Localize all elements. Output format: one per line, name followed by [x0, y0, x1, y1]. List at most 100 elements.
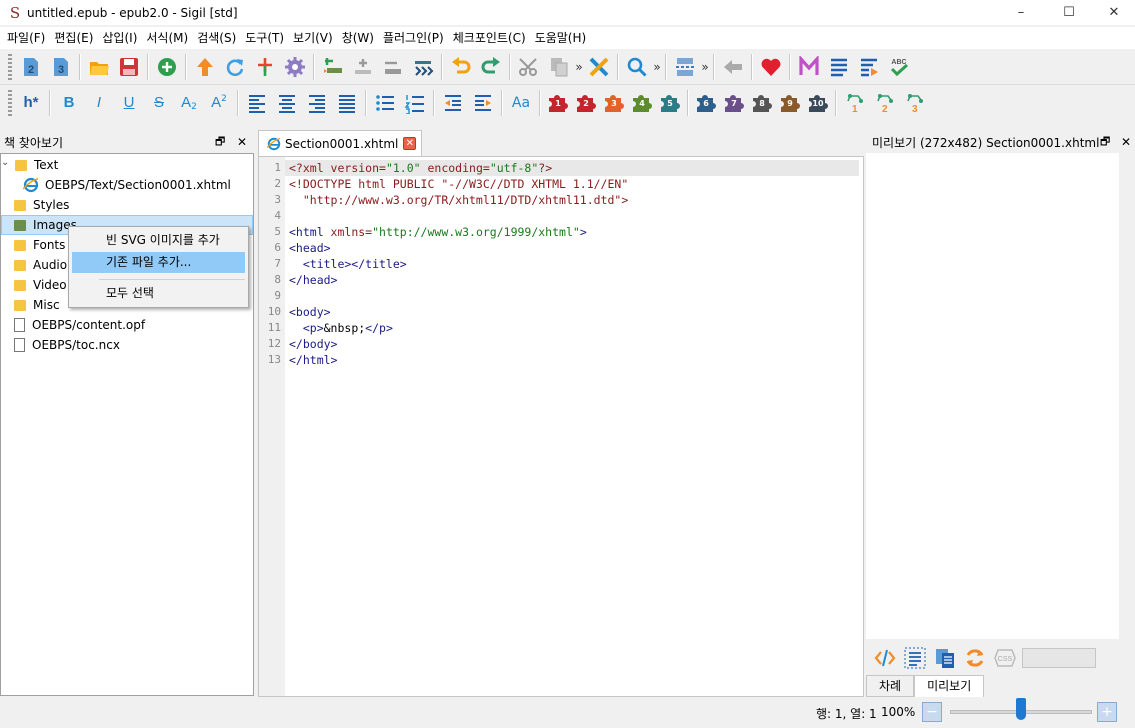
plugin-3-button[interactable]: 3 [600, 89, 628, 117]
back-button[interactable] [718, 52, 748, 82]
plugin-5-button[interactable]: 5 [656, 89, 684, 117]
toc-button[interactable] [824, 52, 854, 82]
menu-insert[interactable]: 삽입(I) [98, 27, 142, 49]
new-epub3-button[interactable]: 3 [46, 52, 76, 82]
plugin-9-button[interactable]: 9 [776, 89, 804, 117]
bold-button[interactable]: B [54, 88, 84, 118]
outdent-button[interactable] [438, 88, 468, 118]
reload-preview-button[interactable] [960, 644, 990, 672]
zoom-slider-thumb[interactable] [1016, 698, 1026, 720]
plugin-8-button[interactable]: 8 [748, 89, 776, 117]
menu-checkpoints[interactable]: 체크포인트(C) [449, 27, 531, 49]
superscript-button[interactable]: A2 [204, 88, 234, 118]
preview-search-box[interactable] [1022, 648, 1096, 668]
close-button[interactable]: ✕ [1093, 0, 1135, 25]
close-icon[interactable]: ✕ [237, 135, 247, 149]
css-toggle-button[interactable]: CSS [990, 644, 1020, 672]
move-up-button[interactable] [190, 52, 220, 82]
menu-view[interactable]: 보기(V) [289, 27, 338, 49]
menu-edit[interactable]: 편집(E) [50, 27, 98, 49]
clip-1-button[interactable]: 1 [840, 88, 870, 118]
align-center-button[interactable] [272, 88, 302, 118]
menu-item-add-blank-svg[interactable]: 빈 SVG 이미지를 추가 [72, 230, 245, 251]
tab-toc[interactable]: 차례 [866, 675, 915, 697]
reload-button[interactable] [220, 52, 250, 82]
menu-file[interactable]: 파일(F) [3, 27, 50, 49]
justify-button[interactable] [332, 88, 362, 118]
code-editor[interactable]: 1 2 3 4 5 6 7 8 9 10 11 12 13 <?xml vers… [258, 156, 864, 697]
tab-section0001[interactable]: Section0001.xhtml ✕ [258, 130, 422, 156]
reports-button[interactable] [854, 52, 884, 82]
copy-preview-button[interactable] [930, 644, 960, 672]
save-button[interactable] [114, 52, 144, 82]
underline-button[interactable]: U [114, 88, 144, 118]
find-replace-button[interactable] [622, 52, 652, 82]
menu-item-select-all[interactable]: 모두 선택 [72, 283, 245, 304]
tree-item-content-opf[interactable]: OEBPS/content.opf [14, 315, 145, 335]
metadata-button[interactable] [280, 52, 310, 82]
cut-button[interactable] [514, 52, 544, 82]
clip-3-button[interactable]: 3 [900, 88, 930, 118]
heading-button[interactable]: h* [16, 88, 46, 118]
overflow-chevron-icon[interactable]: » [700, 60, 710, 74]
menu-search[interactable]: 검색(S) [193, 27, 241, 49]
text-case-button[interactable]: Aa [506, 88, 536, 118]
redo-button[interactable] [476, 52, 506, 82]
select-all-preview-button[interactable] [900, 644, 930, 672]
chevron-down-icon[interactable]: ⌄ [1, 157, 13, 168]
plugin-2-button[interactable]: 2 [572, 89, 600, 117]
tree-folder-video[interactable]: Video [14, 275, 67, 295]
overflow-chevron-icon[interactable]: » [574, 60, 584, 74]
split-chapter-button[interactable] [670, 52, 700, 82]
clip-2-button[interactable]: 2 [870, 88, 900, 118]
bullet-list-button[interactable] [370, 88, 400, 118]
insert-link-button[interactable] [378, 52, 408, 82]
tab-preview[interactable]: 미리보기 [914, 675, 985, 697]
plugin-6-button[interactable]: 6 [692, 89, 720, 117]
close-icon[interactable]: ✕ [1121, 135, 1131, 149]
plugin-1-button[interactable]: 1 [544, 89, 572, 117]
tree-folder-audio[interactable]: Audio [14, 255, 67, 275]
tree-folder-text[interactable]: ⌄ Text [1, 155, 58, 175]
inspect-button[interactable] [870, 644, 900, 672]
menu-format[interactable]: 서식(M) [142, 27, 193, 49]
add-cover-button[interactable] [250, 52, 280, 82]
tree-folder-fonts[interactable]: Fonts [14, 235, 65, 255]
italic-button[interactable]: I [84, 88, 114, 118]
menu-help[interactable]: 도움말(H) [531, 27, 592, 49]
tree-folder-misc[interactable]: Misc [14, 295, 60, 315]
add-file-button[interactable] [152, 52, 182, 82]
overflow-chevron-icon[interactable]: » [652, 60, 662, 74]
menu-plugins[interactable]: 플러그인(P) [379, 27, 449, 49]
float-icon[interactable]: 🗗 [215, 133, 225, 152]
toolbar-grip[interactable] [8, 89, 12, 116]
strikethrough-button[interactable]: S [144, 88, 174, 118]
plugin-4-button[interactable]: 4 [628, 89, 656, 117]
minimize-button[interactable]: – [998, 0, 1044, 25]
close-icon[interactable]: ✕ [403, 137, 417, 150]
undo-button[interactable] [446, 52, 476, 82]
indent-button[interactable] [468, 88, 498, 118]
align-right-button[interactable] [302, 88, 332, 118]
open-button[interactable] [84, 52, 114, 82]
subscript-button[interactable]: A2 [174, 88, 204, 118]
zoom-in-button[interactable]: + [1097, 702, 1117, 722]
align-left-button[interactable] [242, 88, 272, 118]
plugin-7-button[interactable]: 7 [720, 89, 748, 117]
insert-image-button[interactable] [318, 52, 348, 82]
spellcheck-button[interactable]: ABC [884, 52, 914, 82]
menu-item-add-existing-files[interactable]: 기존 파일 추가... [72, 252, 245, 273]
menu-window[interactable]: 창(W) [338, 27, 379, 49]
tree-item-toc-ncx[interactable]: OEBPS/toc.ncx [14, 335, 120, 355]
mend-button[interactable] [794, 52, 824, 82]
menu-tools[interactable]: 도구(T) [241, 27, 289, 49]
float-icon[interactable]: 🗗 [1100, 133, 1110, 152]
copy-button[interactable] [544, 52, 574, 82]
tree-item-section0001[interactable]: OEBPS/Text/Section0001.xhtml [23, 175, 231, 195]
insert-special-button[interactable] [348, 52, 378, 82]
new-epub2-button[interactable]: 2 [16, 52, 46, 82]
numbered-list-button[interactable] [400, 88, 430, 118]
preview-pane[interactable] [866, 153, 1119, 639]
toolbar-grip[interactable] [8, 54, 12, 80]
maximize-button[interactable]: ☐ [1046, 0, 1092, 25]
